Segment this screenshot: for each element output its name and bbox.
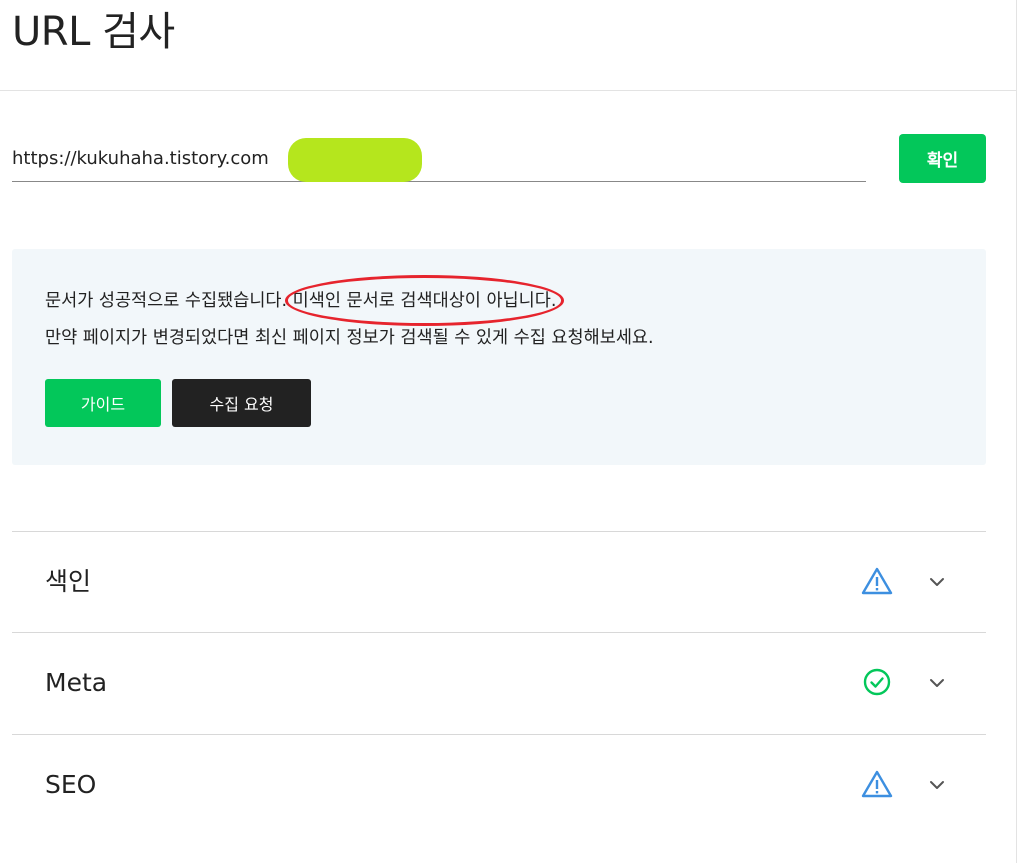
check-circle-icon bbox=[861, 667, 893, 697]
result-panel: 문서가 성공적으로 수집됐습니다. 미색인 문서로 검색대상이 아닙니다. 만약… bbox=[12, 249, 986, 465]
section-label: Meta bbox=[45, 668, 108, 697]
result-message-not-indexed: 미색인 문서로 검색대상이 아닙니다. bbox=[292, 291, 557, 311]
result-message-line-1: 문서가 성공적으로 수집됐습니다. 미색인 문서로 검색대상이 아닙니다. bbox=[45, 275, 565, 326]
warning-triangle-icon bbox=[861, 769, 893, 799]
chevron-down-icon[interactable] bbox=[927, 673, 947, 693]
confirm-button[interactable]: 확인 bbox=[899, 134, 986, 183]
warning-triangle-icon bbox=[861, 566, 893, 596]
header-divider bbox=[0, 90, 1016, 91]
result-message-line-2: 만약 페이지가 변경되었다면 최신 페이지 정보가 검색될 수 있게 수집 요청… bbox=[45, 328, 654, 348]
section-row-seo[interactable]: SEO bbox=[12, 735, 986, 835]
page-title: URL 검사 bbox=[12, 9, 175, 55]
chevron-down-icon[interactable] bbox=[927, 572, 947, 592]
redaction-mark bbox=[288, 138, 422, 182]
section-label: SEO bbox=[45, 770, 97, 799]
crawl-request-button[interactable]: 수집 요청 bbox=[172, 379, 311, 427]
chevron-down-icon[interactable] bbox=[927, 775, 947, 795]
result-message-success: 문서가 성공적으로 수집됐습니다. bbox=[45, 291, 288, 311]
result-message-highlight: 미색인 문서로 검색대상이 아닙니다. bbox=[284, 275, 565, 326]
section-row-meta[interactable]: Meta bbox=[12, 633, 986, 733]
section-row-index[interactable]: 색인 bbox=[12, 532, 986, 632]
section-label: 색인 bbox=[45, 567, 92, 596]
url-input[interactable] bbox=[12, 136, 866, 182]
page-right-border bbox=[1016, 0, 1017, 863]
guide-button[interactable]: 가이드 bbox=[45, 379, 161, 427]
